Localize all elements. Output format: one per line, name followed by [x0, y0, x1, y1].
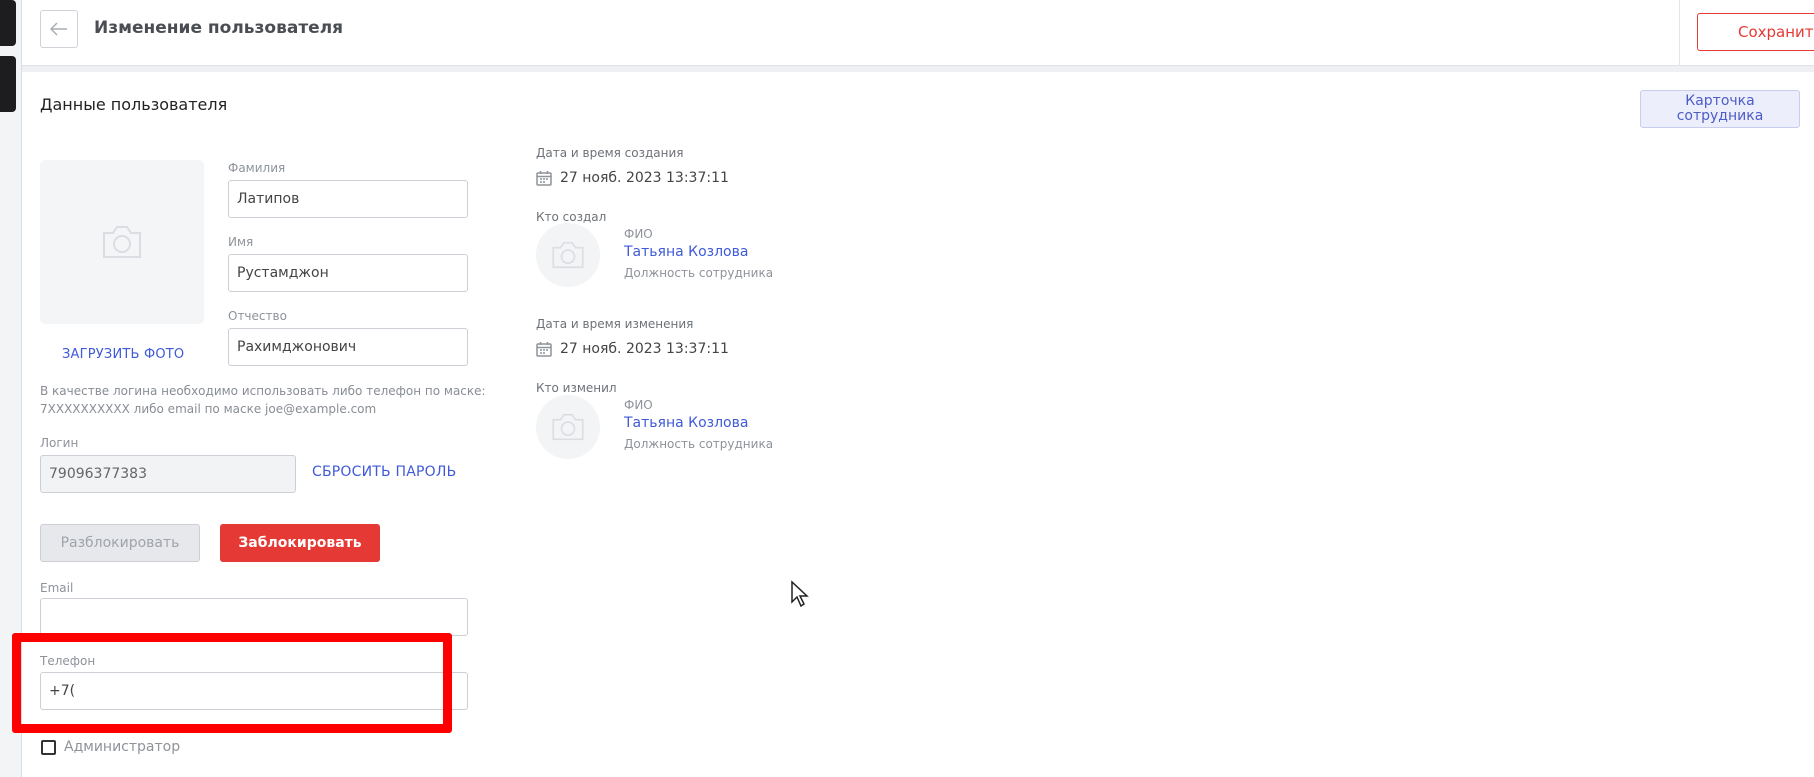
email-label: Email — [40, 581, 74, 595]
camera-icon — [552, 413, 584, 441]
login-label: Логин — [40, 436, 79, 450]
login-input[interactable]: 79096377383 — [40, 455, 296, 493]
page-title: Изменение пользователя — [94, 18, 344, 38]
patronymic-input[interactable]: Рахимджонович — [228, 328, 468, 366]
created-date: 27 нояб. 2023 13:37:11 — [536, 170, 729, 186]
section-title: Данные пользователя — [40, 95, 228, 114]
unblock-button[interactable]: Разблокировать — [40, 524, 200, 562]
creator-position: Должность сотрудника — [624, 266, 774, 280]
created-date-value: 27 нояб. 2023 13:37:11 — [560, 170, 729, 186]
camera-icon — [552, 241, 584, 269]
patronymic-label: Отчество — [228, 309, 287, 323]
arrow-left-icon — [50, 22, 67, 36]
creator-name-link[interactable]: Татьяна Козлова — [624, 244, 748, 260]
cursor-icon — [790, 580, 810, 612]
login-hint: В качестве логина необходимо использоват… — [40, 384, 486, 416]
highlight-box — [12, 633, 452, 733]
email-input[interactable] — [40, 598, 468, 636]
divider — [1679, 0, 1680, 66]
admin-checkbox[interactable] — [41, 740, 56, 755]
modified-by-label: Кто изменил — [536, 381, 617, 395]
first-name-input[interactable]: Рустамджон — [228, 254, 468, 292]
main-panel: Данные пользователя Карточка сотрудника … — [12, 72, 1814, 777]
block-button[interactable]: Заблокировать — [220, 524, 380, 562]
first-name-label: Имя — [228, 235, 254, 249]
reset-password-link[interactable]: СБРОСИТЬ ПАРОЛЬ — [312, 464, 456, 480]
avatar — [536, 223, 600, 287]
last-name-label: Фамилия — [228, 161, 286, 175]
fio-label: ФИО — [624, 227, 653, 241]
admin-label: Администратор — [64, 739, 181, 755]
fio-label: ФИО — [624, 398, 653, 412]
save-button[interactable]: Сохранить — [1697, 13, 1814, 51]
side-tab[interactable] — [0, 0, 16, 46]
page-header: Изменение пользователя Сохранить — [22, 0, 1814, 66]
created-by-label: Кто создал — [536, 210, 607, 224]
side-tab[interactable] — [0, 56, 16, 112]
modifier-position: Должность сотрудника — [624, 437, 774, 451]
employee-card-button[interactable]: Карточка сотрудника — [1640, 90, 1800, 128]
last-name-input[interactable]: Латипов — [228, 180, 468, 218]
calendar-icon — [536, 171, 552, 186]
modifier-name-link[interactable]: Татьяна Козлова — [624, 415, 748, 431]
camera-icon — [103, 226, 141, 258]
modified-date: 27 нояб. 2023 13:37:11 — [536, 341, 729, 357]
calendar-icon — [536, 342, 552, 357]
avatar — [536, 395, 600, 459]
upload-photo-link[interactable]: ЗАГРУЗИТЬ ФОТО — [62, 347, 184, 362]
photo-placeholder[interactable] — [40, 160, 204, 324]
back-button[interactable] — [40, 10, 78, 48]
created-date-label: Дата и время создания — [536, 146, 684, 160]
modified-date-label: Дата и время изменения — [536, 317, 694, 331]
modified-date-value: 27 нояб. 2023 13:37:11 — [560, 341, 729, 357]
